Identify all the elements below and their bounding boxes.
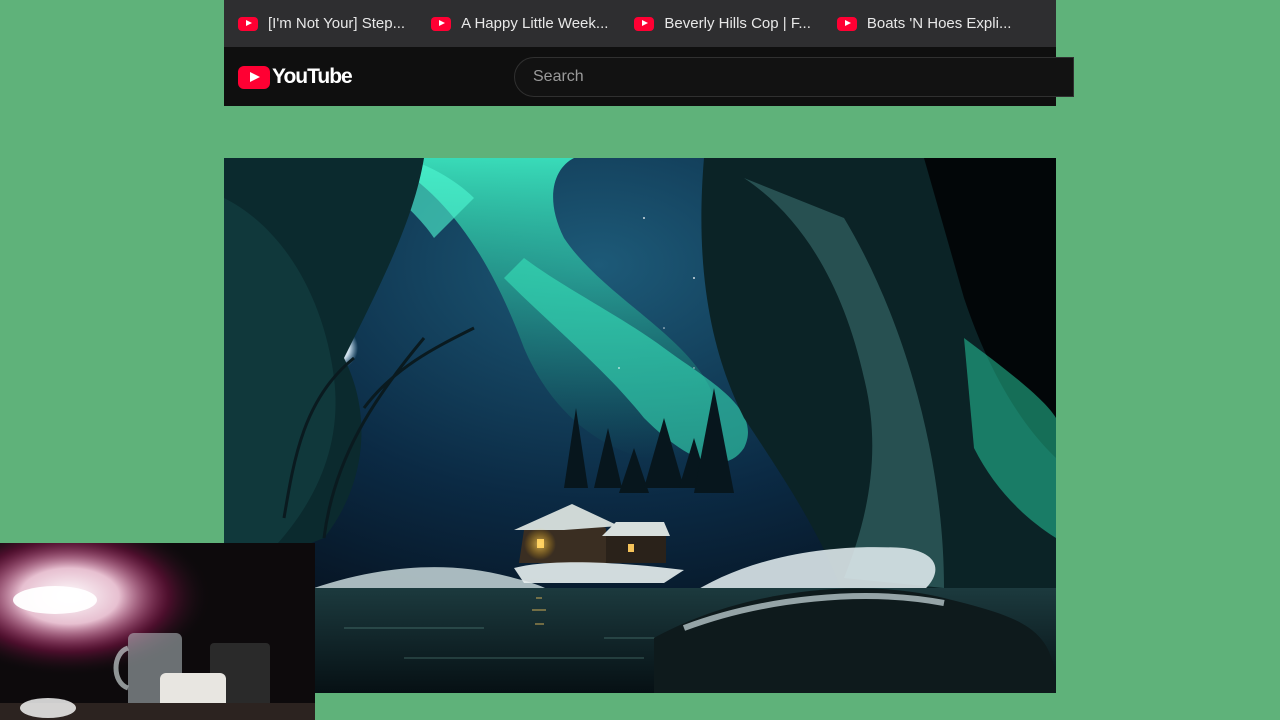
bookmark-item[interactable]: A Happy Little Week...	[431, 0, 608, 47]
youtube-favicon-icon	[634, 16, 655, 31]
webcam-overlay	[0, 543, 315, 720]
youtube-wordmark: YouTube	[272, 65, 353, 88]
video-frame-aurora-scene	[224, 158, 1056, 693]
search-input[interactable]	[531, 67, 1073, 87]
search-box[interactable]	[514, 57, 1074, 97]
bookmark-item[interactable]: Boats 'N Hoes Expli...	[836, 0, 1012, 47]
bookmark-label: Boats 'N Hoes Expli...	[866, 15, 1012, 32]
bookmark-item[interactable]: Beverly Hills Cop | F...	[634, 0, 811, 47]
bookmark-item[interactable]: [I'm Not Your] Step...	[238, 0, 405, 47]
bookmark-label: Beverly Hills Cop | F...	[664, 15, 811, 32]
youtube-favicon-icon	[836, 16, 857, 31]
youtube-favicon-icon	[431, 16, 452, 31]
youtube-logo[interactable]: YouTube	[238, 65, 353, 89]
bookmark-label: A Happy Little Week...	[461, 15, 609, 32]
bookmarks-bar: [I'm Not Your] Step... A Happy Little We…	[224, 0, 1056, 47]
bookmark-label: [I'm Not Your] Step...	[268, 15, 406, 32]
youtube-favicon-icon	[238, 16, 258, 31]
youtube-header: YouTube	[224, 47, 1074, 106]
video-player[interactable]	[224, 158, 1056, 693]
youtube-play-icon	[238, 65, 270, 89]
webcam-feed	[0, 543, 315, 720]
